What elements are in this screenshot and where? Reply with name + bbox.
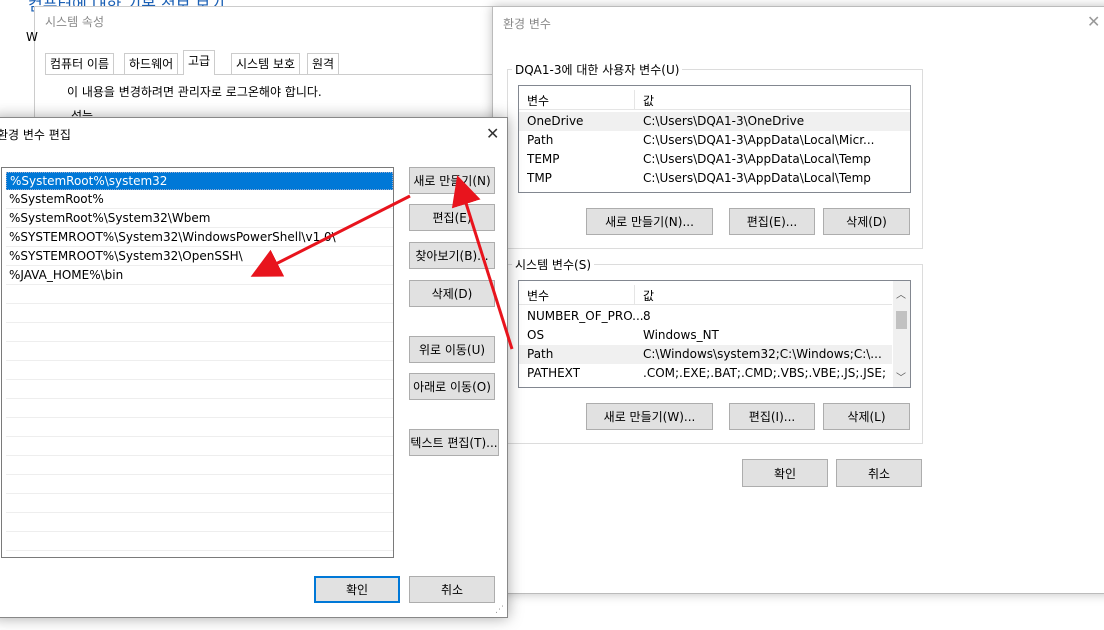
arrow-path-to-new-button	[451, 175, 514, 350]
arrow-new-button-to-list	[250, 194, 411, 277]
tab-advanced[interactable]: 고급	[183, 50, 216, 75]
annotation-arrows	[250, 175, 514, 350]
